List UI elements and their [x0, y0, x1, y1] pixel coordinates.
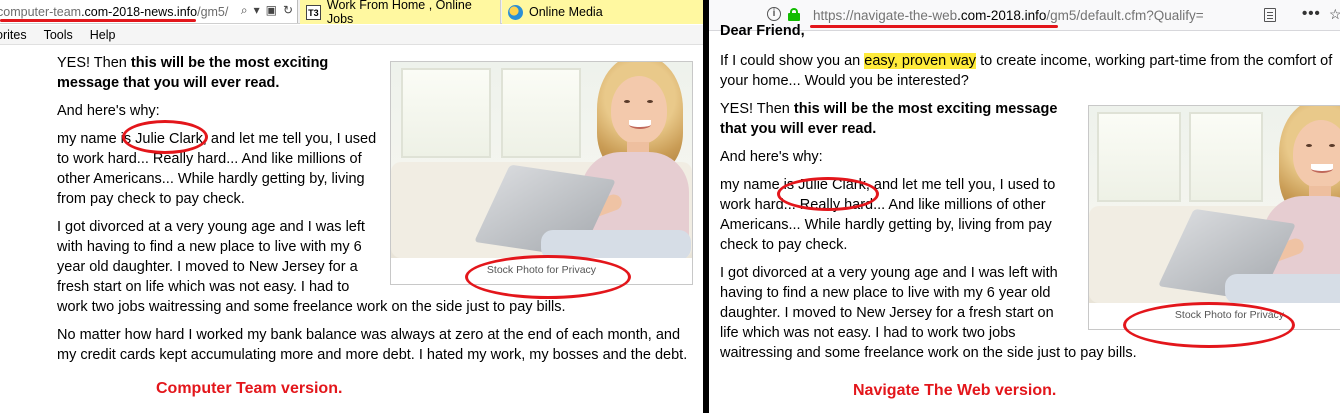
- t3-favicon-icon: T3: [306, 4, 321, 20]
- highlighted-phrase: easy, proven way: [864, 53, 977, 69]
- url-prefix: computer-team: [0, 4, 82, 19]
- url-domain: .com-2018-news.info: [81, 4, 198, 19]
- info-icon[interactable]: i: [767, 7, 781, 21]
- refresh-icon[interactable]: ↻: [283, 3, 293, 18]
- article-body: Stock Photo for Privacy YES! Then this w…: [57, 53, 693, 373]
- paragraph: No matter how hard I worked my bank bala…: [57, 327, 688, 363]
- menu-help[interactable]: Help: [90, 28, 116, 42]
- menu-tools[interactable]: Tools: [44, 28, 73, 42]
- navigate-the-web-pane: i https://navigate-the-web.com-2018.info…: [709, 0, 1340, 413]
- photo-caption: Stock Photo for Privacy: [486, 264, 597, 276]
- woman-with-laptop-photo: [391, 62, 692, 258]
- tab-work-from-home[interactable]: T3 Work From Home , Online Jobs: [300, 0, 501, 26]
- online-media-favicon-icon: [508, 4, 523, 20]
- address-url[interactable]: computer-team.com-2018-news.info/gm5/: [0, 5, 228, 19]
- paragraph: If I could show you an easy, proven way …: [720, 53, 1333, 89]
- stock-photo-figure: Stock Photo for Privacy: [390, 61, 693, 285]
- computer-team-pane: computer-team.com-2018-news.info/gm5/ ⌕ …: [0, 0, 703, 413]
- woman-with-laptop-photo: [1089, 106, 1340, 303]
- menu-favorites[interactable]: orites: [0, 28, 27, 42]
- stock-photo-figure: Stock Photo for Privacy: [1088, 105, 1340, 330]
- tab-label: Online Media: [529, 5, 603, 19]
- name-julie-clark: Julie Clark: [135, 131, 203, 147]
- url-underline-annotation: [0, 19, 196, 22]
- version-label: Navigate The Web version.: [853, 382, 1057, 399]
- greeting: Dear Friend,: [720, 23, 805, 39]
- reader-view-icon[interactable]: [1264, 8, 1276, 22]
- article-body: Dear Friend, If I could show you an easy…: [720, 23, 1340, 371]
- menu-bar: orites Tools Help: [0, 25, 703, 45]
- address-icons: ⌕ ▾ ▣ ↻: [241, 3, 293, 18]
- search-icon[interactable]: ⌕: [241, 3, 248, 18]
- url-path: /gm5/: [197, 4, 229, 19]
- photo-caption: Stock Photo for Privacy: [1174, 309, 1285, 321]
- lock-icon[interactable]: ▣: [266, 3, 277, 18]
- name-julie-clark: Julie Clark: [798, 177, 866, 193]
- more-actions-icon[interactable]: •••: [1302, 5, 1321, 22]
- version-label: Computer Team version.: [156, 380, 343, 397]
- lock-icon[interactable]: [788, 8, 800, 21]
- chevron-down-icon[interactable]: ▾: [254, 3, 260, 18]
- tab-label: Work From Home , Online Jobs: [326, 0, 472, 26]
- tab-online-media[interactable]: Online Media: [502, 0, 703, 24]
